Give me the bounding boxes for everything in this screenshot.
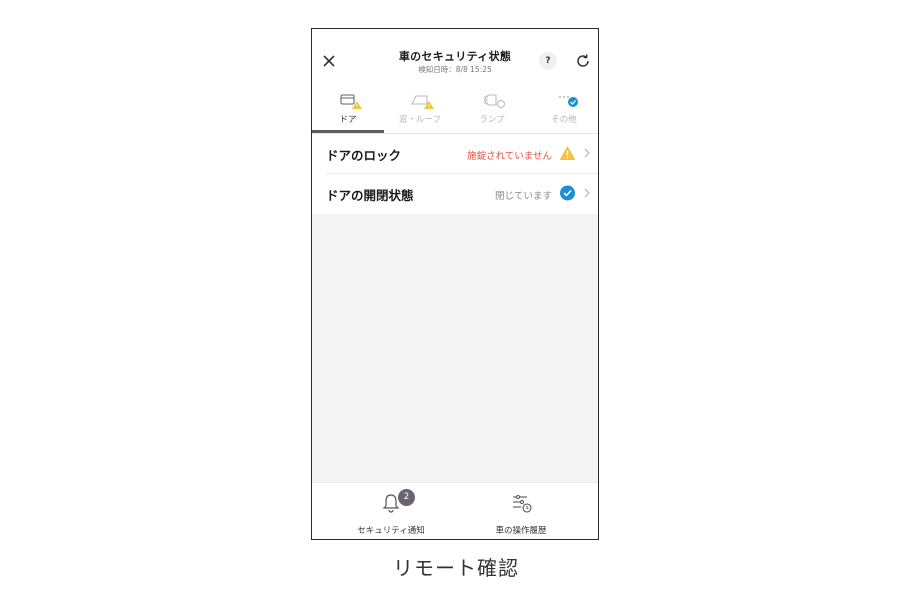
nav-label: 車の操作履歴 [495,526,547,536]
svg-text:!: ! [356,104,358,109]
lamp-icon [484,94,505,108]
chevron-right-icon [584,188,590,198]
door-icon: ! [340,94,362,109]
tab-window-roof-label: 窓・ルーフ [399,115,441,125]
content-area [312,214,598,482]
tab-other-label: その他 [551,115,577,125]
list-item-door-open-state[interactable]: ドアの開閉状態 閉じています [312,174,598,213]
window-icon: ! [411,95,434,109]
tab-lamp-label: ランプ [479,115,505,125]
nav-label: セキュリティ通知 [357,526,425,536]
nav-security-notifications[interactable]: 2 セキュリティ通知 [336,483,446,539]
tab-door-label: ドア [339,115,357,125]
active-tab-indicator [312,130,384,133]
phone-frame: 車のセキュリティ状態 検知日時：8/8 15:25 ? ! ドア ! 窓・ルーフ… [311,28,599,540]
svg-text:!: ! [428,104,430,109]
list-item-door-lock[interactable]: ドアのロック 施錠されていません [312,134,598,173]
notification-badge: 2 [398,489,415,506]
history-icon [513,495,532,513]
header: 車のセキュリティ状態 検知日時：8/8 15:25 ? [312,29,598,89]
check-circle-icon [560,185,575,201]
warning-icon [559,146,576,160]
bottom-nav: 2 セキュリティ通知 車の操作履歴 [312,482,598,539]
tab-other[interactable]: その他 [528,89,598,133]
more-icon [559,96,578,107]
category-tabs: ! ドア ! 窓・ルーフ ランプ その他 [312,89,598,134]
tab-window-roof[interactable]: ! 窓・ルーフ [384,89,456,133]
tab-lamp[interactable]: ランプ [456,89,528,133]
row-status: 施錠されていません [467,151,552,162]
chevron-right-icon [584,148,590,158]
row-label: ドアのロック [326,148,402,163]
row-label: ドアの開閉状態 [326,188,414,203]
row-status: 閉じています [494,191,552,202]
caption: リモート確認 [393,556,519,580]
tab-door[interactable]: ! ドア [312,89,384,133]
help-button[interactable]: ? [539,52,557,70]
status-list: ドアのロック 施錠されていません ドアの開閉状態 閉じています [312,134,598,214]
refresh-icon[interactable] [574,52,592,70]
nav-operation-history[interactable]: 車の操作履歴 [466,483,576,539]
